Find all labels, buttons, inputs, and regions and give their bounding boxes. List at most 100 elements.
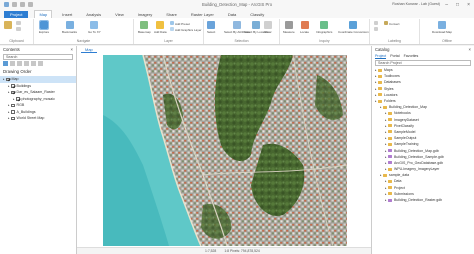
expand-arrow-icon[interactable]: ▸ — [385, 149, 387, 153]
layer-visibility-checkbox[interactable] — [11, 110, 15, 114]
expand-arrow-icon[interactable]: ▸ — [385, 130, 387, 134]
expand-arrow-icon[interactable]: ▸ — [13, 97, 15, 101]
cut-button[interactable] — [16, 21, 21, 26]
expand-arrow-icon[interactable]: ▸ — [385, 186, 387, 190]
select-button[interactable]: Select — [207, 21, 215, 34]
list-by-snapping-icon[interactable] — [31, 61, 36, 66]
tab-insert[interactable]: Insert — [58, 11, 76, 18]
pane-close-icon[interactable]: × — [71, 47, 73, 52]
map-scale[interactable]: 1:7,528 — [205, 249, 216, 253]
list-by-drawing-order-icon[interactable] — [3, 61, 8, 66]
layer-visibility-checkbox[interactable] — [11, 116, 15, 120]
list-by-source-icon[interactable] — [10, 61, 15, 66]
pause-labels-button[interactable] — [374, 21, 378, 26]
folder-icon — [388, 192, 393, 196]
expand-arrow-icon[interactable]: ▸ — [8, 116, 10, 120]
layer-visibility-checkbox[interactable] — [16, 97, 20, 101]
tab-project[interactable]: Project — [4, 11, 29, 18]
expand-arrow-icon[interactable]: ▸ — [385, 179, 387, 183]
tab-map[interactable]: Map — [34, 10, 53, 18]
expand-arrow-icon[interactable]: ▸ — [375, 87, 377, 91]
catalog-pane: Catalog × Project Portal Favorites Searc… — [371, 46, 474, 254]
tab-share[interactable]: Share — [162, 11, 181, 18]
view-unplaced-button[interactable] — [374, 27, 378, 32]
group-labeling: Convert Labeling — [370, 19, 420, 44]
expand-arrow-icon[interactable]: ▸ — [3, 77, 5, 81]
tab-imagery[interactable]: Imagery — [134, 11, 156, 18]
expand-arrow-icon[interactable]: ▸ — [375, 99, 377, 103]
catalog-tab-portal[interactable]: Portal — [390, 54, 399, 59]
catalog-title: Catalog — [375, 47, 390, 52]
list-by-selection-icon[interactable] — [17, 61, 22, 66]
add-data-button[interactable]: Add Data — [154, 21, 167, 34]
catalog-tab-project[interactable]: Project — [375, 54, 387, 59]
satellite-imagery[interactable] — [103, 55, 347, 246]
open-project-icon[interactable] — [4, 2, 9, 7]
measure-button[interactable]: Measure — [283, 21, 295, 34]
expand-arrow-icon[interactable]: ▸ — [385, 192, 387, 196]
convert-button[interactable]: Convert — [384, 21, 400, 26]
expand-arrow-icon[interactable]: ▸ — [8, 103, 10, 107]
expand-arrow-icon[interactable]: ▸ — [385, 155, 387, 159]
expand-arrow-icon[interactable]: ▸ — [385, 198, 387, 202]
bookmarks-button[interactable]: Bookmarks — [62, 21, 77, 34]
expand-arrow-icon[interactable]: ▸ — [380, 173, 382, 177]
expand-arrow-icon[interactable]: ▸ — [8, 90, 10, 94]
tab-analysis[interactable]: Analysis — [82, 11, 105, 18]
tab-raster-layer[interactable]: Raster Layer — [187, 11, 218, 18]
map-view-tab[interactable]: Map — [81, 47, 97, 53]
tab-view[interactable]: View — [111, 11, 128, 18]
download-map-button[interactable]: Download Map — [432, 21, 452, 34]
explore-button[interactable]: Explore — [39, 20, 49, 34]
go-to-xy-button[interactable]: Go To XY — [88, 21, 101, 34]
expand-arrow-icon[interactable]: ▸ — [375, 93, 377, 97]
catalog-close-icon[interactable]: × — [469, 47, 471, 52]
expand-arrow-icon[interactable]: ▸ — [380, 105, 382, 109]
expand-arrow-icon[interactable]: ▸ — [385, 136, 387, 140]
minimize-icon[interactable]: – — [445, 2, 448, 8]
copy-button[interactable] — [16, 27, 21, 32]
expand-arrow-icon[interactable]: ▸ — [375, 74, 377, 78]
catalog-search-input[interactable]: Search Project — [375, 60, 471, 66]
undo-icon[interactable] — [20, 2, 25, 7]
expand-arrow-icon[interactable]: ▸ — [385, 167, 387, 171]
expand-arrow-icon[interactable]: ▸ — [375, 80, 377, 84]
layer-visibility-checkbox[interactable] — [11, 84, 15, 88]
contents-search-input[interactable]: Search — [3, 54, 73, 60]
locate-button[interactable]: Locate — [300, 21, 309, 34]
window-title: Building_Detection_Map - ArcGIS Pro — [201, 2, 273, 7]
clear-button[interactable]: Clear — [264, 21, 272, 34]
catalog-item-label: Data — [394, 179, 402, 184]
expand-arrow-icon[interactable]: ▸ — [385, 161, 387, 165]
layer-row[interactable]: ▸ World Street Map — [0, 115, 76, 122]
group-clipboard: Clipboard — [0, 19, 34, 44]
paste-button[interactable] — [4, 21, 12, 30]
tab-data[interactable]: Data — [224, 11, 240, 18]
catalog-item[interactable]: ▸ Building_Detection_Raster.gdb — [375, 197, 474, 203]
layer-visibility-checkbox[interactable] — [6, 77, 10, 81]
tab-classify[interactable]: Classify — [246, 11, 268, 18]
catalog-tab-favorites[interactable]: Favorites — [404, 54, 419, 59]
maximize-icon[interactable]: □ — [456, 2, 459, 8]
expand-arrow-icon[interactable]: ▸ — [8, 84, 10, 88]
close-icon[interactable]: × — [467, 2, 470, 8]
add-preset-button[interactable]: Add Preset — [170, 21, 190, 26]
list-by-editing-icon[interactable] — [24, 61, 29, 66]
map-view[interactable]: Map 1:7,528 1:8 Pixels: 794,878,524 — [77, 46, 371, 254]
add-graphics-layer-button[interactable]: Add Graphics Layer — [170, 27, 202, 32]
expand-arrow-icon[interactable]: ▸ — [375, 68, 377, 72]
save-icon[interactable] — [12, 2, 17, 7]
expand-arrow-icon[interactable]: ▸ — [385, 124, 387, 128]
layer-visibility-checkbox[interactable] — [11, 90, 15, 94]
expand-arrow-icon[interactable]: ▸ — [385, 142, 387, 146]
expand-arrow-icon[interactable]: ▸ — [385, 111, 387, 115]
list-by-labeling-icon[interactable] — [38, 61, 43, 66]
infographics-button[interactable]: Infographics — [316, 21, 332, 34]
coordinate-conversion-button[interactable]: Coordinate Conversion — [338, 21, 369, 34]
layer-visibility-checkbox[interactable] — [11, 103, 15, 107]
signed-in-user[interactable]: Roshan Kunwar - Lab (Guest) — [392, 2, 440, 6]
redo-icon[interactable] — [28, 2, 33, 7]
expand-arrow-icon[interactable]: ▸ — [385, 118, 387, 122]
expand-arrow-icon[interactable]: ▸ — [8, 110, 10, 114]
basemap-button[interactable]: Basemap — [138, 21, 151, 34]
